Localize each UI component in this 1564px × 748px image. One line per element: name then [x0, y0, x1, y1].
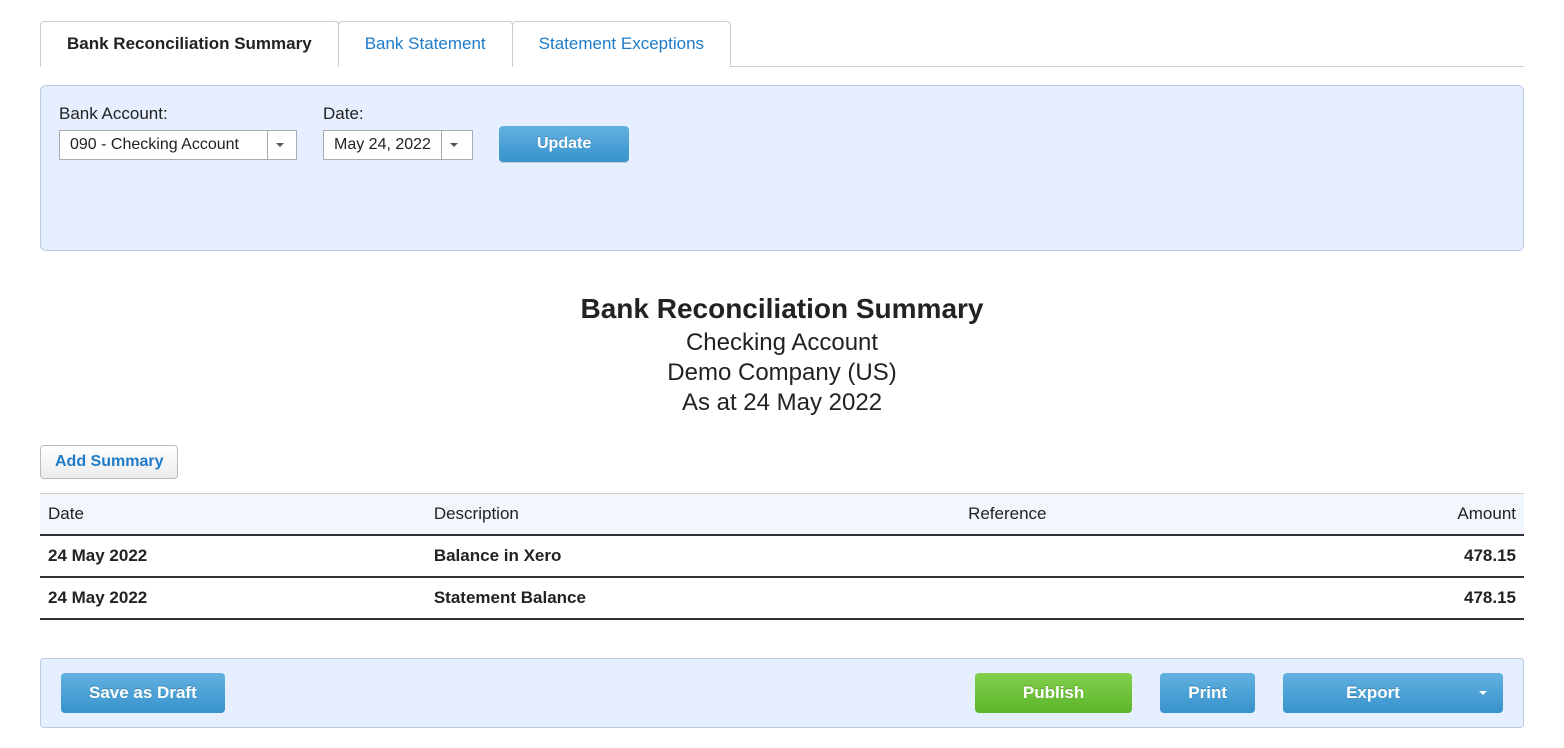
cell-amount: 478.15: [1316, 535, 1524, 577]
tab-statement-exceptions[interactable]: Statement Exceptions: [512, 21, 731, 67]
date-value: May 24, 2022: [324, 131, 442, 159]
tabs-bar: Bank Reconciliation Summary Bank Stateme…: [40, 20, 1524, 67]
report-title: Bank Reconciliation Summary: [40, 293, 1524, 325]
publish-button[interactable]: Publish: [975, 673, 1132, 713]
footer-bar: Save as Draft Publish Print Export: [40, 658, 1524, 728]
column-header-date: Date: [40, 494, 426, 536]
dropdown-arrow-icon: [442, 140, 466, 150]
cell-amount: 478.15: [1316, 577, 1524, 619]
dropdown-arrow-icon: [1463, 673, 1503, 713]
cell-date: 24 May 2022: [40, 535, 426, 577]
dropdown-arrow-icon: [268, 140, 292, 150]
add-summary-wrap: Add Summary: [40, 445, 1524, 479]
cell-description: Balance in Xero: [426, 535, 960, 577]
cell-reference: [960, 535, 1316, 577]
bank-account-field-group: Bank Account: 090 - Checking Account: [59, 104, 297, 160]
export-button[interactable]: Export: [1283, 673, 1503, 713]
bank-account-value: 090 - Checking Account: [60, 131, 268, 159]
table-row: 24 May 2022 Balance in Xero 478.15: [40, 535, 1524, 577]
report-account-name: Checking Account: [40, 329, 1524, 357]
footer-right-group: Publish Print Export: [975, 673, 1503, 713]
bank-account-select[interactable]: 090 - Checking Account: [59, 130, 297, 160]
export-label: Export: [1283, 683, 1463, 703]
date-label: Date:: [323, 104, 473, 124]
bank-account-label: Bank Account:: [59, 104, 297, 124]
filter-panel: Bank Account: 090 - Checking Account Dat…: [40, 85, 1524, 251]
tab-bank-statement[interactable]: Bank Statement: [338, 21, 513, 67]
column-header-description: Description: [426, 494, 960, 536]
table-header-row: Date Description Reference Amount: [40, 494, 1524, 536]
date-field-group: Date: May 24, 2022: [323, 104, 473, 160]
cell-description: Statement Balance: [426, 577, 960, 619]
report-company: Demo Company (US): [40, 359, 1524, 387]
add-summary-button[interactable]: Add Summary: [40, 445, 178, 479]
date-select[interactable]: May 24, 2022: [323, 130, 473, 160]
column-header-amount: Amount: [1316, 494, 1524, 536]
reconciliation-table: Date Description Reference Amount 24 May…: [40, 493, 1524, 620]
cell-reference: [960, 577, 1316, 619]
tab-bank-reconciliation-summary[interactable]: Bank Reconciliation Summary: [40, 21, 339, 67]
save-as-draft-button[interactable]: Save as Draft: [61, 673, 225, 713]
cell-date: 24 May 2022: [40, 577, 426, 619]
update-button[interactable]: Update: [499, 126, 629, 162]
print-button[interactable]: Print: [1160, 673, 1255, 713]
column-header-reference: Reference: [960, 494, 1316, 536]
report-as-at: As at 24 May 2022: [40, 389, 1524, 417]
report-header: Bank Reconciliation Summary Checking Acc…: [40, 293, 1524, 417]
table-row: 24 May 2022 Statement Balance 478.15: [40, 577, 1524, 619]
